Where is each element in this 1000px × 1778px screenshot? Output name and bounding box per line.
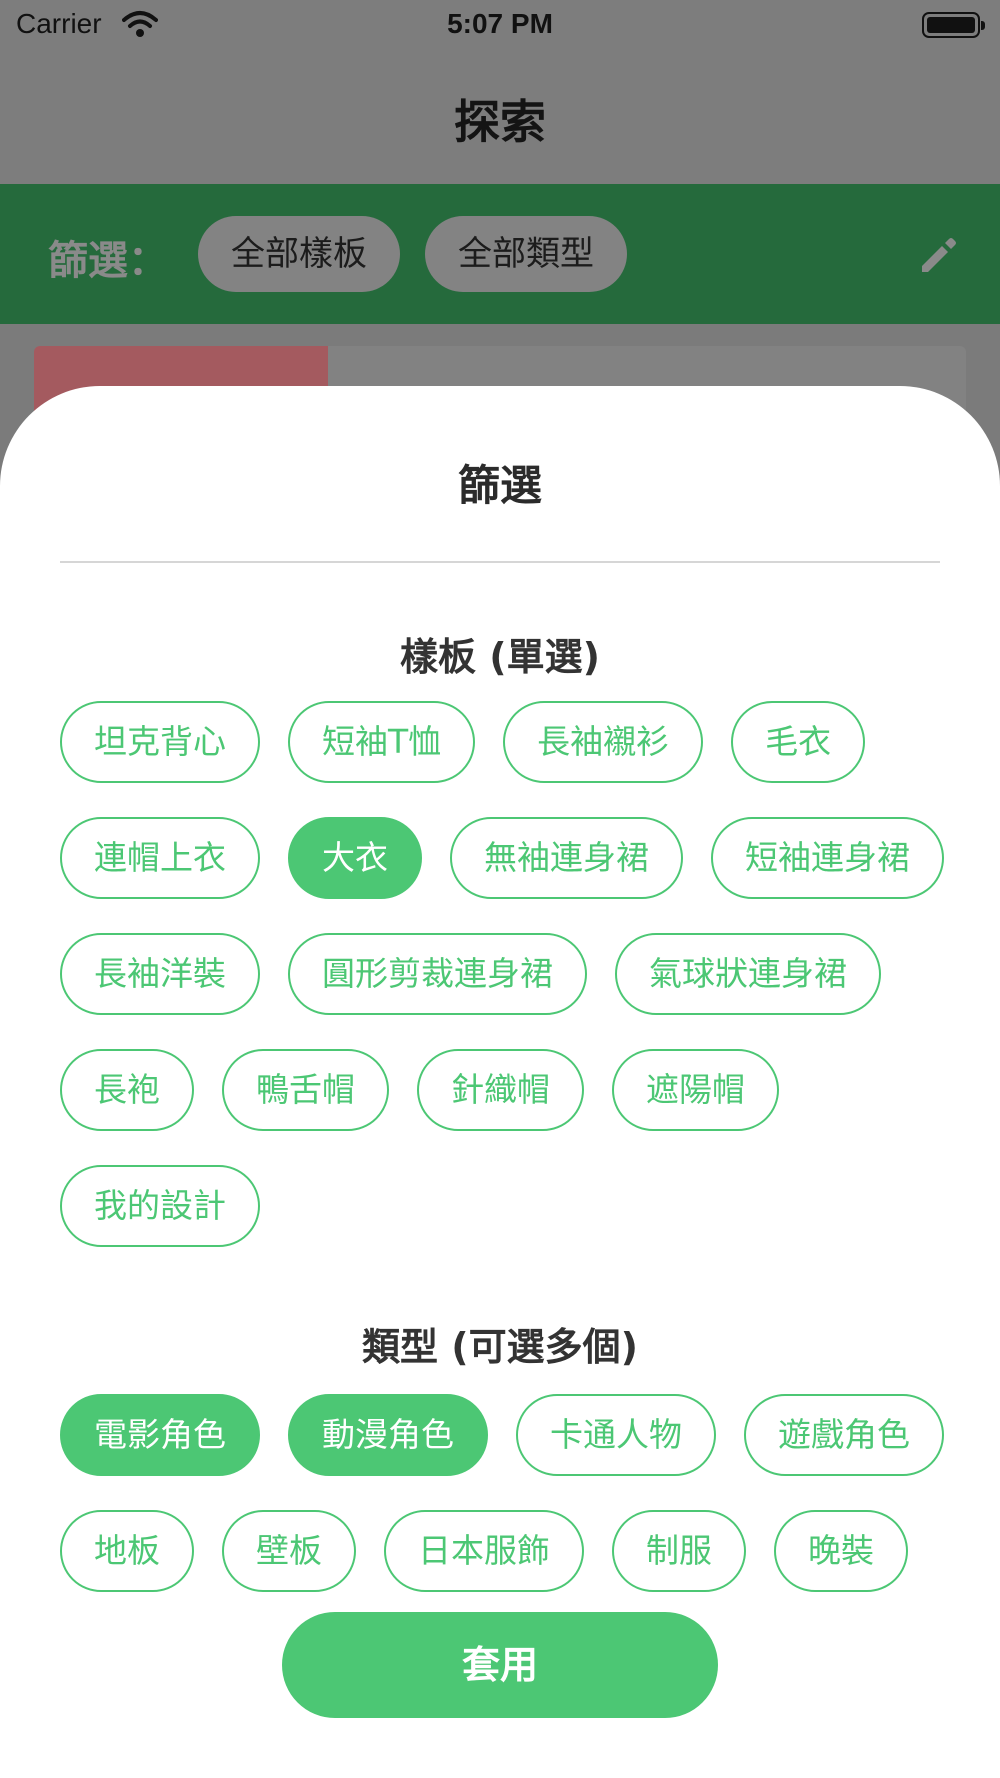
template-option-chip[interactable]: 氣球狀連身裙 (615, 933, 881, 1015)
template-section-title: 樣板 (單選) (400, 635, 600, 679)
template-option-chip[interactable]: 短袖T恤 (288, 701, 476, 783)
template-option-chip[interactable]: 毛衣 (731, 701, 866, 783)
divider (60, 561, 940, 563)
template-option-chip[interactable]: 遮陽帽 (612, 1049, 779, 1131)
template-option-chip[interactable]: 圓形剪裁連身裙 (288, 933, 587, 1015)
type-option-chip[interactable]: 晚裝 (774, 1510, 908, 1592)
filter-label: 篩選： (48, 238, 168, 284)
template-option-row: 長袖洋裝 圓形剪裁連身裙 氣球狀連身裙 (60, 933, 881, 1015)
type-section-title: 類型 (可選多個) (362, 1325, 638, 1369)
type-filter-chip[interactable]: 全部類型 (425, 216, 627, 292)
template-option-chip[interactable]: 長袖襯衫 (503, 701, 704, 783)
sheet-title: 篩選 (457, 461, 542, 510)
status-time: 5:07 PM (447, 8, 553, 39)
template-option-row: 我的設計 (60, 1165, 260, 1247)
template-option-chip[interactable]: 坦克背心 (60, 701, 260, 783)
filter-bar: 篩選： 全部樣板 全部類型 (0, 184, 1000, 324)
type-option-chip[interactable]: 動漫角色 (288, 1394, 488, 1476)
template-option-chip[interactable]: 我的設計 (60, 1165, 260, 1247)
template-option-chip[interactable]: 大衣 (288, 817, 422, 899)
filter-sheet: 篩選 樣板 (單選) 坦克背心 短袖T恤 長袖襯衫 毛衣 連帽上衣 大衣 無袖連身裙 短袖連身… (0, 386, 1000, 1778)
type-option-chip[interactable]: 日本服飾 (384, 1510, 584, 1592)
type-option-chip[interactable]: 制服 (612, 1510, 746, 1592)
type-option-row: 地板 壁板 日本服飾 制服 晚裝 (60, 1510, 908, 1592)
template-option-row: 坦克背心 短袖T恤 長袖襯衫 毛衣 (60, 701, 866, 783)
template-option-chip[interactable]: 短袖連身裙 (711, 817, 944, 899)
template-option-chip[interactable]: 連帽上衣 (60, 817, 260, 899)
type-option-chip[interactable]: 電影角色 (60, 1394, 260, 1476)
status-bar: Carrier 5:07 PM (0, 0, 1000, 50)
template-option-chip[interactable]: 無袖連身裙 (450, 817, 683, 899)
navigation-bar: 探索 (0, 50, 1000, 184)
type-option-chip[interactable]: 壁板 (222, 1510, 356, 1592)
pencil-icon[interactable] (916, 234, 960, 278)
page-title: 探索 (454, 95, 546, 149)
template-option-chip[interactable]: 鴨舌帽 (222, 1049, 389, 1131)
template-filter-chip[interactable]: 全部樣板 (198, 216, 400, 292)
type-option-chip[interactable]: 遊戲角色 (744, 1394, 944, 1476)
template-option-chip[interactable]: 長袖洋裝 (60, 933, 260, 1015)
template-option-row: 長袍 鴨舌帽 針織帽 遮陽帽 (60, 1049, 779, 1131)
type-option-chip[interactable]: 卡通人物 (516, 1394, 716, 1476)
battery-icon (922, 12, 985, 38)
template-option-chip[interactable]: 針織帽 (417, 1049, 584, 1131)
template-option-chip[interactable]: 長袍 (60, 1049, 194, 1131)
apply-button[interactable]: 套用 (282, 1612, 718, 1718)
type-option-row: 電影角色 動漫角色 卡通人物 遊戲角色 (60, 1394, 944, 1476)
type-option-chip[interactable]: 地板 (60, 1510, 194, 1592)
template-option-row: 連帽上衣 大衣 無袖連身裙 短袖連身裙 (60, 817, 944, 899)
